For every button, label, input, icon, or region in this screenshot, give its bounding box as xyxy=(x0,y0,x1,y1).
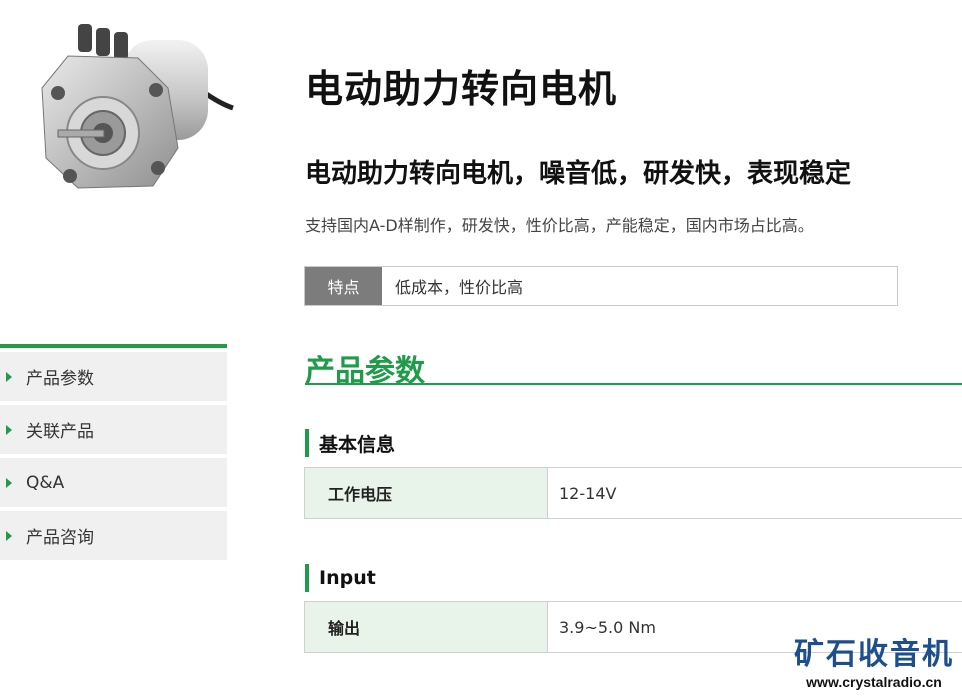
feature-tag: 特点 xyxy=(305,267,382,305)
feature-value: 低成本，性价比高 xyxy=(395,278,524,297)
side-navigation: 产品参数 关联产品 Q&A 产品咨询 xyxy=(0,344,227,564)
spec-value: 3.9~5.0 Nm xyxy=(559,617,656,637)
caret-right-icon xyxy=(6,477,12,488)
sidenav-item-inquiry[interactable]: 产品咨询 xyxy=(0,511,227,560)
watermark: 矿石收音机 www.crystalradio.cn xyxy=(794,637,954,691)
spec-value: 12-14V xyxy=(559,483,617,503)
sidenav-item-qa[interactable]: Q&A xyxy=(0,458,227,507)
watermark-url: www.crystalradio.cn xyxy=(806,674,942,690)
sidenav-item-product-params[interactable]: 产品参数 xyxy=(0,352,227,401)
product-title: 电动助力转向电机 xyxy=(305,67,618,111)
caret-right-icon xyxy=(6,371,12,382)
caret-right-icon xyxy=(6,424,12,435)
specs-divider xyxy=(305,383,962,385)
caret-right-icon xyxy=(6,530,12,541)
sidenav-item-label: 产品咨询 xyxy=(26,528,94,548)
spec-key: 输出 xyxy=(305,602,548,652)
product-subtitle: 电动助力转向电机，噪音低，研发快，表现稳定 xyxy=(305,159,852,189)
spec-key: 工作电压 xyxy=(305,468,548,518)
sidenav-item-label: Q&A xyxy=(26,472,65,493)
spec-group-title-basic: 基本信息 xyxy=(305,429,395,457)
product-description: 支持国内A-D样制作，研发快，性价比高，产能稳定，国内市场占比高。 xyxy=(305,216,814,235)
spec-group-title-input: Input xyxy=(305,564,376,592)
sidenav-item-label: 产品参数 xyxy=(26,369,94,389)
feature-box: 特点 低成本，性价比高 xyxy=(304,266,898,306)
product-image xyxy=(28,18,238,198)
watermark-name: 矿石收音机 xyxy=(794,637,954,672)
sidenav-item-label: 关联产品 xyxy=(26,422,94,442)
sidenav-item-related-products[interactable]: 关联产品 xyxy=(0,405,227,454)
spec-row: 工作电压 12-14V xyxy=(304,467,962,519)
